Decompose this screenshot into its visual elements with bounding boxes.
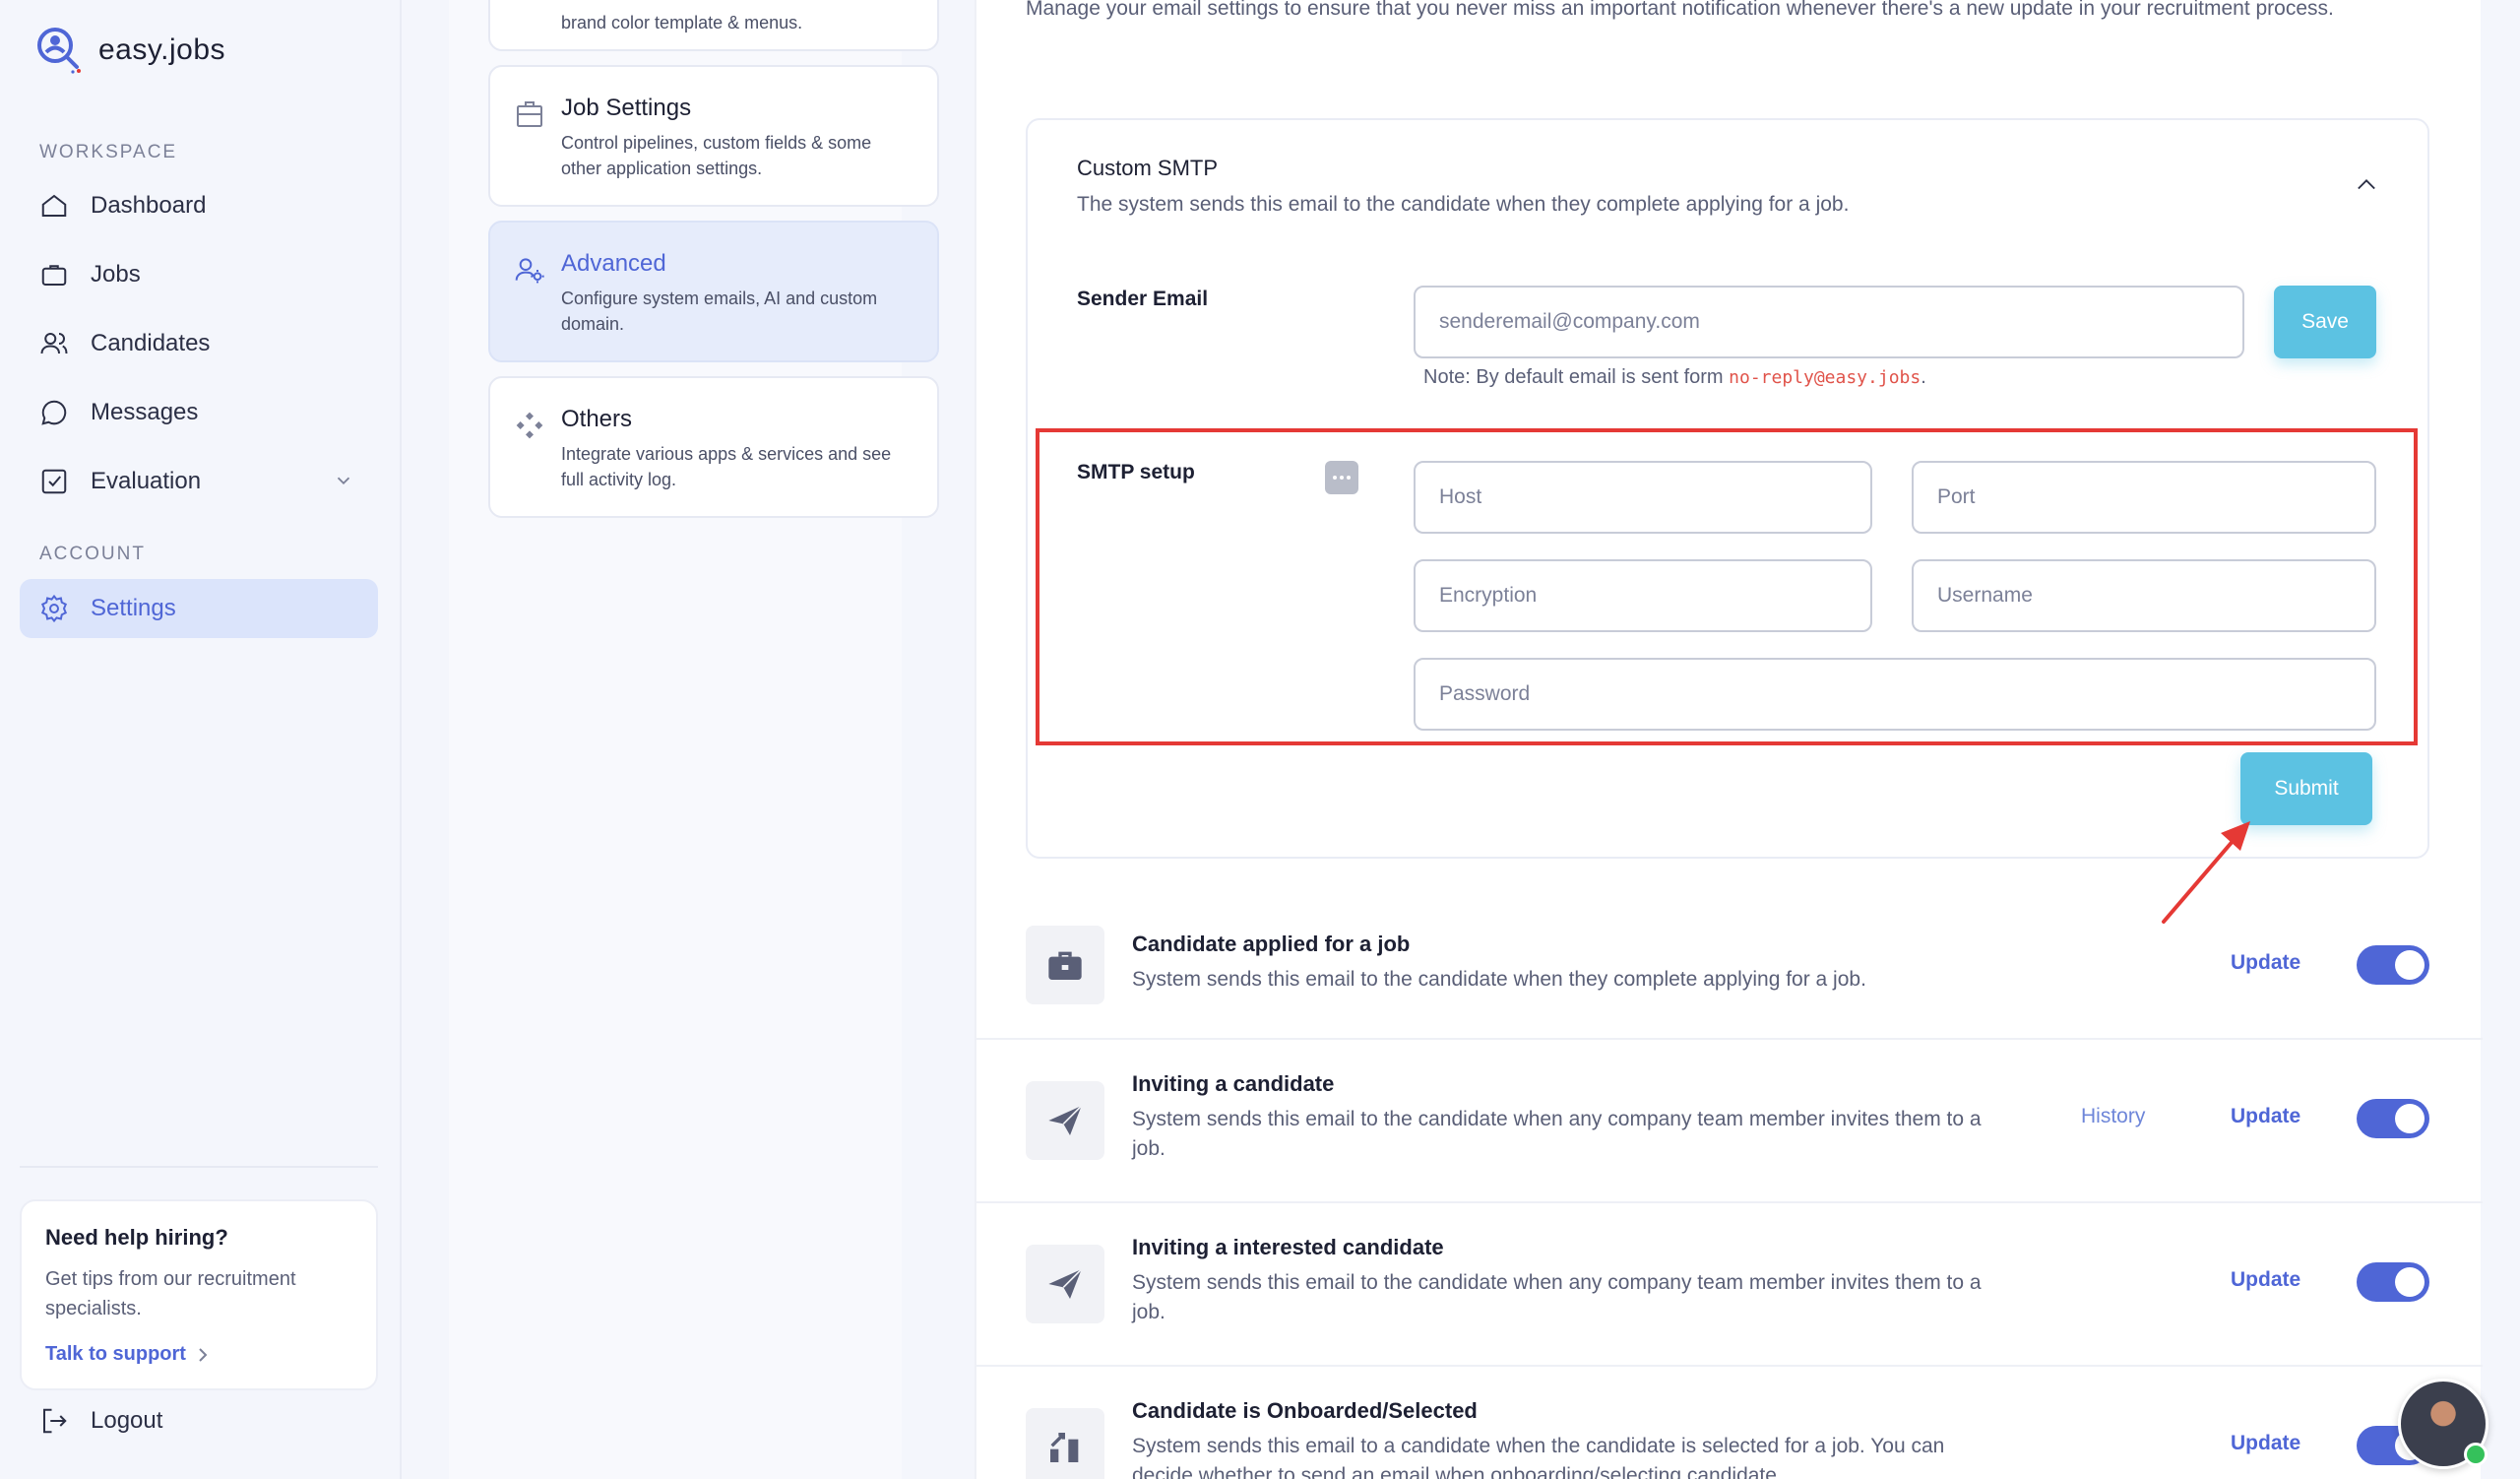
update-link[interactable]: Update [2231, 1268, 2300, 1292]
gear-icon [40, 594, 68, 623]
smtp-title: Custom SMTP [1077, 156, 1219, 180]
checkbox-icon [41, 469, 67, 494]
chevron-down-icon[interactable] [333, 470, 354, 491]
notification-row-applied: Candidate applied for a job System sends… [976, 906, 2483, 1040]
notification-title: Inviting a candidate [1132, 1071, 1335, 1096]
note-prefix: Note: By default email is sent form [1423, 366, 1730, 388]
talk-to-support-label: Talk to support [45, 1343, 186, 1365]
settings-menu-job-settings[interactable]: Job Settings Control pipelines, custom f… [488, 65, 939, 207]
notification-toggle[interactable] [2357, 1099, 2429, 1138]
onboard-chart-icon [1050, 1433, 1079, 1462]
settings-menu-others[interactable]: Others Integrate various apps & services… [488, 376, 939, 518]
sidebar-item-messages[interactable]: Messages [20, 383, 378, 442]
notification-desc: System sends this email to the candidate… [1132, 1108, 1982, 1160]
notification-icon [1026, 1408, 1104, 1479]
apps-grid-icon [516, 412, 543, 439]
toolbox-icon [1048, 951, 1082, 980]
paper-plane-icon [1048, 1268, 1083, 1299]
logo-icon [37, 28, 81, 74]
account-label: ACCOUNT [39, 544, 146, 564]
submit-button[interactable]: Submit [2240, 752, 2372, 825]
menu-desc: Control pipelines, custom fields & some … [561, 133, 872, 178]
user-gear-icon [515, 258, 544, 284]
sidebar-item-candidates[interactable]: Candidates [20, 314, 378, 373]
chevron-right-icon [199, 1347, 208, 1362]
notification-icon [1026, 926, 1104, 1004]
briefcase-icon [41, 265, 67, 286]
notification-desc: System sends this email to the candidate… [1132, 968, 1866, 991]
sidebar-item-settings[interactable]: Settings [20, 579, 378, 638]
settings-menu-appearance[interactable]: brand color template & menus. [488, 0, 939, 51]
talk-to-support-link[interactable]: Talk to support [45, 1343, 352, 1366]
brand-name: easy.jobs [98, 33, 226, 66]
menu-title: Others [561, 406, 633, 432]
smtp-setup-highlight-box [1036, 428, 2418, 745]
sidebar-item-evaluation[interactable]: Evaluation [20, 452, 378, 511]
smtp-subtitle: The system sends this email to the candi… [1077, 193, 1850, 216]
notification-desc: System sends this email to a candidate w… [1132, 1435, 1945, 1479]
logout-button[interactable]: Logout [20, 1406, 162, 1436]
menu-desc: Integrate various apps & services and se… [561, 444, 892, 489]
sidebar-item-label: Candidates [91, 330, 211, 356]
sender-email-input[interactable] [1414, 286, 2244, 358]
intro-text: Manage your email settings to ensure tha… [1026, 0, 2334, 20]
chat-bubble-icon [41, 400, 67, 425]
notification-toggle[interactable] [2357, 1262, 2429, 1302]
notification-desc: System sends this email to the candidate… [1132, 1271, 1982, 1323]
update-link[interactable]: Update [2231, 1432, 2300, 1455]
notification-row-onboarded: Candidate is Onboarded/Selected System s… [976, 1367, 2483, 1479]
update-link[interactable]: Update [2231, 1105, 2300, 1128]
sidebar-item-label: Evaluation [91, 468, 202, 494]
history-link[interactable]: History [2081, 1105, 2145, 1128]
sender-email-label: Sender Email [1077, 288, 1209, 310]
sidebar-item-dashboard[interactable]: Dashboard [20, 176, 378, 235]
logout-icon [43, 1408, 67, 1434]
home-icon [41, 194, 67, 217]
menu-title: Job Settings [561, 95, 692, 121]
briefcase-icon [517, 101, 542, 127]
notification-title: Inviting a interested candidate [1132, 1235, 1444, 1259]
avatar[interactable] [2398, 1379, 2488, 1469]
notification-toggle[interactable] [2357, 945, 2429, 985]
notification-row-interested: Inviting a interested candidate System s… [976, 1203, 2483, 1367]
notification-row-inviting: Inviting a candidate System sends this e… [976, 1040, 2483, 1203]
default-email-note: Note: By default email is sent form no-r… [1423, 366, 1926, 389]
sidebar: easy.jobs WORKSPACE Dashboard Jobs Candi… [0, 0, 402, 1479]
notification-title: Candidate applied for a job [1132, 932, 1411, 956]
sidebar-item-jobs[interactable]: Jobs [20, 245, 378, 304]
sidebar-divider [20, 1166, 378, 1168]
password-manager-icon[interactable] [1325, 461, 1358, 494]
workspace-label: WORKSPACE [39, 142, 178, 162]
notification-title: Candidate is Onboarded/Selected [1132, 1398, 1478, 1423]
logout-label: Logout [91, 1407, 163, 1434]
notification-icon [1026, 1245, 1104, 1323]
help-card: Need help hiring? Get tips from our recr… [20, 1199, 378, 1390]
notification-icon [1026, 1081, 1104, 1160]
settings-menu-column: brand color template & menus. Job Settin… [402, 0, 975, 1479]
default-email-address: no-reply@easy.jobs [1729, 367, 1922, 388]
sidebar-item-label: Jobs [91, 261, 141, 288]
note-suffix: . [1921, 366, 1926, 388]
sidebar-item-label: Settings [91, 595, 176, 621]
sidebar-item-label: Dashboard [91, 192, 207, 219]
help-title: Need help hiring? [45, 1225, 228, 1250]
menu-title: Advanced [561, 250, 666, 277]
settings-menu-advanced[interactable]: Advanced Configure system emails, AI and… [488, 221, 939, 362]
paper-plane-icon [1048, 1105, 1083, 1135]
brand-logo[interactable]: easy.jobs [35, 26, 225, 75]
help-text: Get tips from our recruitment specialist… [45, 1268, 296, 1319]
update-link[interactable]: Update [2231, 951, 2300, 975]
chevron-up-icon[interactable] [2353, 171, 2380, 199]
menu-desc: Configure system emails, AI and custom d… [561, 289, 878, 334]
menu-desc: brand color template & menus. [561, 13, 803, 32]
save-button[interactable]: Save [2274, 286, 2376, 358]
sidebar-item-label: Messages [91, 399, 199, 425]
users-icon [40, 333, 68, 354]
online-status-dot [2464, 1443, 2488, 1466]
